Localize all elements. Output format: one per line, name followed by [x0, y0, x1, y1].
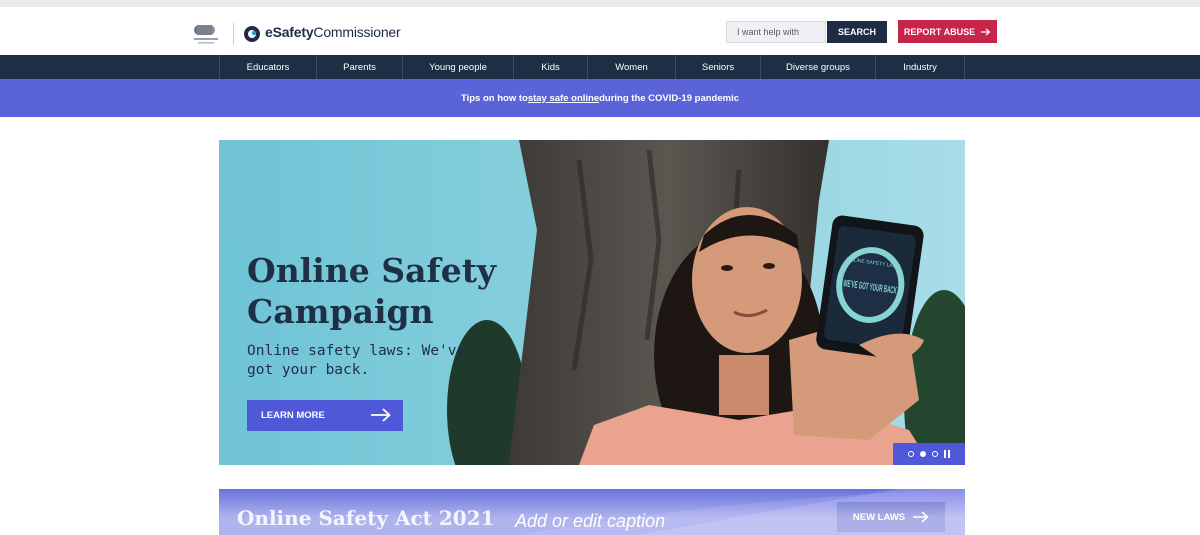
report-abuse-label: REPORT ABUSE: [903, 26, 976, 37]
arrow-right-icon: [913, 511, 929, 523]
carousel-controls: [893, 443, 965, 465]
hero-subtitle-line-2: got your back.: [247, 362, 370, 378]
hero-subtitle-line-1: Online safety laws: We've: [247, 343, 466, 359]
nav-item-diverse-groups[interactable]: Diverse groups: [760, 55, 875, 79]
stay-safe-online-link[interactable]: stay safe online: [528, 93, 599, 104]
arrow-right-icon: [981, 28, 991, 35]
online-safety-act-title: Online Safety Act 2021: [237, 506, 495, 530]
hero-title-line-1: Online Safety: [247, 251, 497, 290]
search-button[interactable]: SEARCH: [827, 21, 887, 43]
covid-banner: Tips on how to stay safe online during t…: [0, 79, 1200, 117]
banner-text-suffix: during the COVID-19 pandemic: [599, 92, 739, 104]
learn-more-label: LEARN MORE: [261, 410, 325, 421]
site-header: eSafetyCommissioner I want help with SEA…: [0, 7, 1200, 55]
carousel-dot-1[interactable]: [908, 451, 914, 457]
pause-icon[interactable]: [944, 450, 950, 458]
caption-placeholder[interactable]: Add or edit caption: [515, 511, 665, 532]
site-logo-text[interactable]: eSafetyCommissioner: [265, 24, 401, 40]
hero-title: Online Safety Campaign: [247, 250, 547, 332]
logo-divider: [233, 23, 234, 45]
learn-more-button[interactable]: LEARN MORE: [247, 400, 403, 431]
search-input[interactable]: I want help with: [726, 21, 826, 43]
main-navigation: Educators Parents Young people Kids Wome…: [0, 55, 1200, 79]
arrow-right-icon: [371, 408, 391, 422]
hero-carousel: ONLINE SAFETY LAWS WE'VE GOT YOUR BACK O…: [219, 140, 965, 465]
coat-of-arms-icon: [194, 25, 218, 44]
browser-top-strip: [0, 0, 1200, 7]
banner-text-prefix: Tips on how to: [460, 92, 528, 104]
carousel-dot-2[interactable]: [920, 451, 926, 457]
nav-item-seniors[interactable]: Seniors: [675, 55, 760, 79]
nav-item-parents[interactable]: Parents: [316, 55, 402, 79]
nav-item-industry[interactable]: Industry: [875, 55, 964, 79]
nav-item-educators[interactable]: Educators: [219, 55, 316, 79]
carousel-dot-3[interactable]: [932, 451, 938, 457]
esafety-logo-icon[interactable]: [243, 25, 261, 43]
hero-subtitle: Online safety laws: We've got your back.: [247, 342, 487, 380]
new-laws-button[interactable]: NEW LAWS: [836, 501, 946, 533]
nav-item-young-people[interactable]: Young people: [402, 55, 513, 79]
nav-item-kids[interactable]: Kids: [513, 55, 587, 79]
hero-title-line-2: Campaign: [247, 292, 434, 331]
nav-divider: [964, 55, 965, 79]
report-abuse-button[interactable]: REPORT ABUSE: [898, 20, 997, 43]
new-laws-label: NEW LAWS: [852, 511, 906, 523]
nav-item-women[interactable]: Women: [587, 55, 675, 79]
